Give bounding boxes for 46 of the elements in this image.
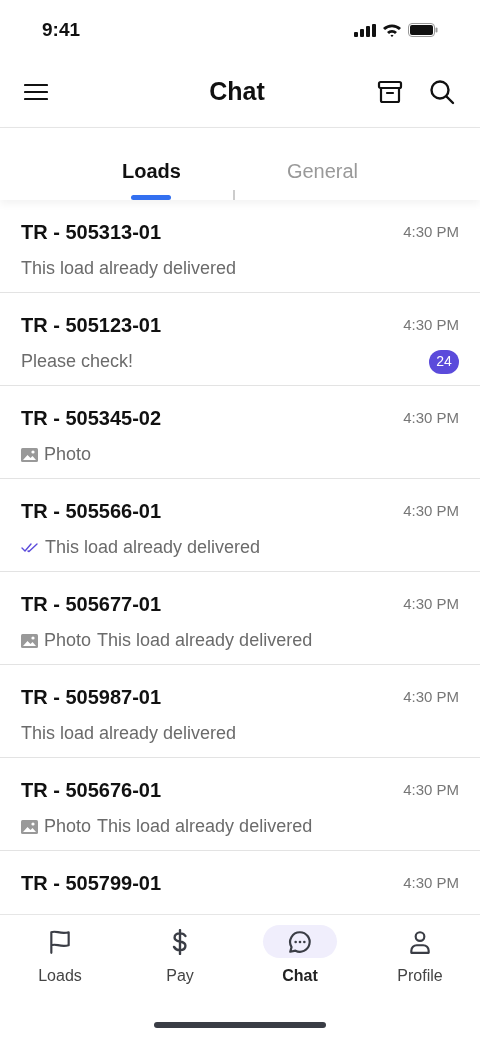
menu-icon [24, 82, 48, 101]
load-title: TR - 505987-01 [21, 685, 162, 710]
image-icon [21, 819, 38, 834]
load-title: TR - 505676-01 [21, 778, 162, 803]
tab[interactable]: Loads [119, 142, 183, 200]
nav-tab[interactable]: Chat [240, 925, 360, 1002]
load-title: TR - 505677-01 [21, 592, 162, 617]
photo-label: Photo [44, 629, 92, 652]
chat-bubble-icon [287, 928, 313, 955]
search-icon [429, 78, 455, 105]
wifi-icon [382, 23, 402, 37]
person-icon [407, 928, 433, 955]
image-icon [21, 633, 38, 648]
load-title: TR - 505566-01 [21, 499, 162, 524]
message-time: 4:30 PM [403, 314, 459, 335]
battery-icon [408, 23, 438, 37]
message-preview: This load already delivered [21, 257, 237, 280]
photo-label: Photo [44, 815, 92, 838]
message-preview: This load already delivered [45, 536, 261, 559]
signal-icon [354, 23, 376, 37]
nav-tab[interactable]: Pay [120, 925, 240, 1002]
load-title: TR - 505313-01 [21, 220, 162, 245]
search-button[interactable] [428, 77, 456, 106]
image-icon [21, 447, 38, 462]
screen-title: Chat [209, 75, 265, 107]
message-time: 4:30 PM [403, 221, 459, 242]
load-title: TR - 505799-01 [21, 871, 162, 896]
message-time: 4:30 PM [403, 686, 459, 707]
message-preview: This load already delivered [97, 815, 313, 838]
message-time: 4:30 PM [403, 500, 459, 521]
message-preview: This load already delivered [97, 629, 313, 652]
photo-label: Photo [44, 443, 92, 466]
load-title: TR - 505123-01 [21, 313, 162, 338]
load-title: TR - 505345-02 [21, 406, 162, 431]
unread-badge: 24 [429, 349, 459, 374]
message-time: 4:30 PM [403, 872, 459, 893]
archive-icon [377, 79, 403, 104]
message-preview: This load already delivered [21, 722, 237, 745]
status-time: 9:41 [42, 17, 81, 42]
message-time: 4:30 PM [403, 407, 459, 428]
nav-tab[interactable]: Profile [360, 925, 480, 1002]
nav-tab[interactable]: Loads [0, 925, 120, 1002]
message-time: 4:30 PM [403, 593, 459, 614]
message-preview: Please check! [21, 350, 134, 373]
message-time: 4:30 PM [403, 779, 459, 800]
flag-icon [47, 928, 73, 955]
